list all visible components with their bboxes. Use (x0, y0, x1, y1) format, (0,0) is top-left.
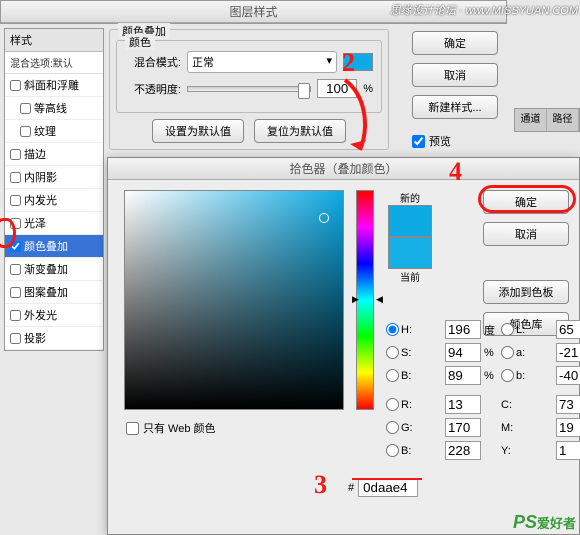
style-outer-glow[interactable]: 外发光 (5, 304, 103, 327)
set-default-button[interactable]: 设置为默认值 (152, 119, 244, 143)
overlay-color-swatch[interactable] (343, 53, 373, 71)
picker-title: 拾色器（叠加颜色） (108, 158, 579, 180)
style-color-overlay[interactable]: 颜色叠加 (5, 235, 103, 258)
opacity-slider[interactable] (187, 86, 311, 92)
blend-defaults[interactable]: 混合选项:默认 (5, 52, 103, 74)
color-overlay-group: 颜色叠加 颜色 混合模式: 正常 不透明度: % 设置为默认值 复位为默认值 (109, 29, 389, 150)
radio-g[interactable] (386, 421, 399, 434)
style-stroke[interactable]: 描边 (5, 143, 103, 166)
preview-checkbox[interactable] (412, 135, 425, 148)
input-s[interactable] (445, 343, 481, 362)
new-style-button[interactable]: 新建样式... (412, 95, 498, 119)
web-only-checkbox[interactable] (126, 422, 139, 435)
cb-pattern-overlay[interactable] (10, 287, 21, 298)
blend-mode-label: 混合模式: (125, 54, 181, 70)
style-inner-glow[interactable]: 内发光 (5, 189, 103, 212)
bg-tabs: 通道 路径 (514, 108, 580, 132)
opacity-percent: % (363, 83, 373, 95)
input-c[interactable] (556, 395, 580, 414)
cb-inner-shadow[interactable] (10, 172, 21, 183)
style-texture[interactable]: 纹理 (5, 120, 103, 143)
radio-lab-b[interactable] (501, 369, 514, 382)
style-bevel[interactable]: 斜面和浮雕 (5, 74, 103, 97)
color-cursor-icon (319, 213, 329, 223)
input-y[interactable] (556, 441, 580, 460)
web-only-row[interactable]: 只有 Web 颜色 (126, 420, 216, 436)
cb-bevel[interactable] (10, 80, 21, 91)
radio-r[interactable] (386, 398, 399, 411)
input-g[interactable] (445, 418, 481, 437)
annot-underline (352, 478, 422, 480)
hex-input[interactable] (358, 478, 418, 497)
styles-list: 样式 混合选项:默认 斜面和浮雕 等高线 纹理 描边 内阴影 内发光 光泽 颜色… (4, 28, 104, 351)
cb-gradient-overlay[interactable] (10, 264, 21, 275)
compare-swatches: 新的 当前 (388, 190, 432, 284)
cb-drop-shadow[interactable] (10, 333, 21, 344)
style-inner-shadow[interactable]: 内阴影 (5, 166, 103, 189)
tab-paths[interactable]: 路径 (547, 109, 579, 131)
opacity-input[interactable] (317, 79, 357, 98)
input-m[interactable] (556, 418, 580, 437)
radio-bb[interactable] (386, 444, 399, 457)
picker-cancel-button[interactable]: 取消 (483, 222, 569, 246)
input-a[interactable] (556, 343, 580, 362)
hex-row: # (348, 478, 418, 497)
cb-color-overlay[interactable] (10, 241, 21, 252)
new-swatch[interactable] (388, 205, 432, 237)
style-contour[interactable]: 等高线 (5, 97, 103, 120)
input-lab-b[interactable] (556, 366, 580, 385)
hue-indicator-icon: ▶ (352, 294, 359, 305)
color-picker-dialog: 拾色器（叠加颜色） ▶ 新的 当前 确定 取消 添加到色板 颜色库 H: 度 L… (107, 157, 580, 535)
blend-mode-select[interactable]: 正常 (187, 51, 337, 73)
picker-ok-button[interactable]: 确定 (483, 190, 569, 214)
input-r[interactable] (445, 395, 481, 414)
color-sub-legend: 颜色 (125, 34, 155, 50)
styles-header: 样式 (5, 29, 103, 52)
style-drop-shadow[interactable]: 投影 (5, 327, 103, 350)
input-l[interactable] (556, 320, 580, 339)
style-gradient-overlay[interactable]: 渐变叠加 (5, 258, 103, 281)
style-satin[interactable]: 光泽 (5, 212, 103, 235)
layer-ok-button[interactable]: 确定 (412, 31, 498, 55)
input-bb[interactable] (445, 441, 481, 460)
input-b[interactable] (445, 366, 481, 385)
current-swatch[interactable] (388, 237, 432, 269)
cb-outer-glow[interactable] (10, 310, 21, 321)
current-label: 当前 (388, 269, 432, 284)
cb-texture[interactable] (20, 126, 31, 137)
logo-psahz: PS爱好者 (513, 512, 576, 533)
color-subgroup: 颜色 混合模式: 正常 不透明度: % (116, 40, 382, 113)
radio-l[interactable] (501, 323, 514, 336)
preview-label: 预览 (429, 133, 451, 149)
cb-stroke[interactable] (10, 149, 21, 160)
layer-cancel-button[interactable]: 取消 (412, 63, 498, 87)
reset-default-button[interactable]: 复位为默认值 (254, 119, 346, 143)
color-values: H: 度 L: S: % a: B: % b: R: C: (386, 320, 580, 464)
add-swatch-button[interactable]: 添加到色板 (483, 280, 569, 304)
new-label: 新的 (388, 190, 432, 205)
watermark-top: 思缘设计论坛 · www.MISSYUAN.COM (390, 2, 578, 18)
tab-channels[interactable]: 通道 (515, 109, 547, 131)
hash-icon: # (348, 482, 354, 494)
radio-a[interactable] (501, 346, 514, 359)
radio-b[interactable] (386, 369, 399, 382)
cb-inner-glow[interactable] (10, 195, 21, 206)
cb-contour[interactable] (20, 103, 31, 114)
opacity-label: 不透明度: (125, 81, 181, 97)
layer-right-buttons: 确定 取消 新建样式... 预览 (412, 31, 498, 149)
input-h[interactable] (445, 320, 481, 339)
web-only-label: 只有 Web 颜色 (143, 420, 216, 436)
cb-satin[interactable] (10, 218, 21, 229)
radio-s[interactable] (386, 346, 399, 359)
picker-button-col: 确定 取消 添加到色板 颜色库 (483, 190, 569, 336)
radio-h[interactable] (386, 323, 399, 336)
style-pattern-overlay[interactable]: 图案叠加 (5, 281, 103, 304)
color-field[interactable] (124, 190, 344, 410)
